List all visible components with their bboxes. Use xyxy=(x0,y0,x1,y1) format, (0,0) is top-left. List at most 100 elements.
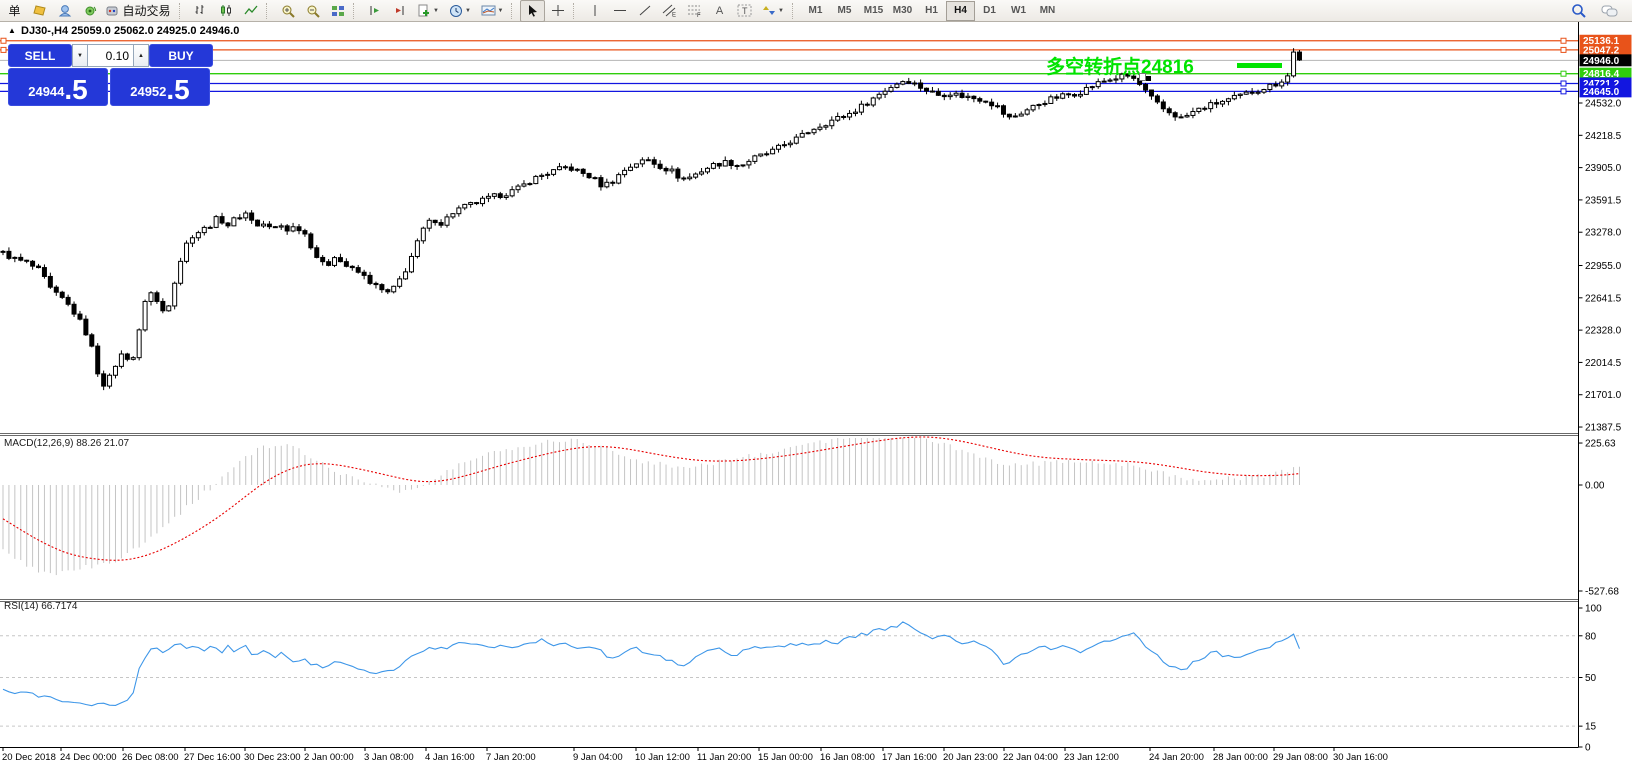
autotrading-button[interactable]: 自动交易 xyxy=(102,0,176,22)
candle-body xyxy=(900,81,906,85)
price-line-label[interactable]: 24645.0 xyxy=(1583,87,1620,98)
time-tick-label: 7 Jan 20:00 xyxy=(486,752,536,763)
price-line-label[interactable]: 24946.0 xyxy=(1583,56,1620,67)
market-watch-button[interactable] xyxy=(27,0,52,22)
rsi-tick-label: 15 xyxy=(1585,722,1597,733)
candle-body xyxy=(89,334,95,347)
candle-body xyxy=(639,159,645,165)
candle-body xyxy=(1255,91,1261,94)
chart-canvas[interactable]: 24532.0 24218.5 23905.0 23591.5 23278.0 22955… xyxy=(0,0,1632,763)
one-click-trading-panel: SELL ▼ ▲ BUY 24944 .5 24952 .5 xyxy=(8,44,213,106)
annotation-anchor-icon xyxy=(1146,76,1151,81)
candle-body xyxy=(533,175,539,185)
timeframe-w1[interactable]: W1 xyxy=(1004,1,1033,21)
period-clock-icon xyxy=(449,4,463,18)
time-tick-label: 9 Jan 04:00 xyxy=(573,752,623,763)
lot-size-input[interactable] xyxy=(88,44,133,67)
tile-windows-button[interactable] xyxy=(325,0,350,22)
autotrading-label: 自动交易 xyxy=(122,4,171,18)
candle-body xyxy=(367,274,373,284)
bar-chart-button[interactable] xyxy=(188,0,213,22)
timeframe-mn[interactable]: MN xyxy=(1033,1,1062,21)
candle-body xyxy=(24,259,30,262)
candle-body xyxy=(740,164,746,167)
auto-scroll-button[interactable] xyxy=(362,0,387,22)
equidistant-channel-button[interactable]: E xyxy=(657,0,682,22)
candle-body xyxy=(604,181,610,188)
line-handle[interactable] xyxy=(0,37,7,44)
add-indicator-button[interactable]: ▼ xyxy=(412,0,444,22)
fibonacci-button[interactable]: F xyxy=(682,0,707,22)
timeframe-m30[interactable]: M30 xyxy=(888,1,917,21)
line-handle[interactable] xyxy=(1560,46,1567,53)
timeframe-m1[interactable]: M1 xyxy=(801,1,830,21)
arrows-button[interactable]: ▼ xyxy=(757,0,789,22)
line-handle[interactable] xyxy=(1560,70,1567,77)
candle-body xyxy=(675,168,681,179)
candle-body xyxy=(1202,107,1208,110)
candlestick-chart-button[interactable] xyxy=(213,0,238,22)
panel-collapse-arrow[interactable]: ▲ xyxy=(8,26,16,35)
toolbar-separator xyxy=(511,2,516,19)
crosshair-button[interactable] xyxy=(545,0,570,22)
candle-body xyxy=(497,193,503,199)
time-tick-label: 26 Dec 08:00 xyxy=(122,752,179,763)
lot-increase-button[interactable]: ▲ xyxy=(133,44,149,67)
text-label-button[interactable]: T xyxy=(732,0,757,22)
horizontal-line-button[interactable] xyxy=(607,0,632,22)
candle-body xyxy=(539,174,545,177)
timeframe-h4[interactable]: H4 xyxy=(946,0,975,21)
line-handle[interactable] xyxy=(0,46,7,53)
text-button[interactable]: A xyxy=(707,0,732,22)
candle-body xyxy=(308,233,314,249)
candle-body xyxy=(817,126,823,130)
macd-tick-label: -527.68 xyxy=(1585,587,1619,598)
new-order-button[interactable]: 单 xyxy=(2,0,27,22)
candle-body xyxy=(249,212,255,221)
text-label-icon: T xyxy=(737,4,752,17)
buy-price-box[interactable]: 24952 .5 xyxy=(110,68,210,106)
timeframe-m5[interactable]: M5 xyxy=(830,1,859,21)
timeframe-m15[interactable]: M15 xyxy=(859,1,888,21)
zoom-in-button[interactable] xyxy=(275,0,300,22)
pivot-annotation-bar[interactable] xyxy=(1237,63,1282,68)
lot-decrease-button[interactable]: ▼ xyxy=(72,44,88,67)
zoom-out-button[interactable] xyxy=(300,0,325,22)
candle-body xyxy=(225,222,231,227)
sell-button[interactable]: SELL xyxy=(8,44,72,67)
buy-button[interactable]: BUY xyxy=(149,44,213,67)
candle-body xyxy=(663,167,669,172)
line-handle[interactable] xyxy=(1560,37,1567,44)
price-tick-label: 23278.0 xyxy=(1585,228,1622,239)
candle-body xyxy=(1273,83,1279,87)
chart-template-button[interactable]: ▼ xyxy=(476,0,508,22)
timeframe-h1[interactable]: H1 xyxy=(917,1,946,21)
line-chart-button[interactable] xyxy=(238,0,263,22)
candle-body xyxy=(1243,91,1249,95)
candle-body xyxy=(1006,113,1012,118)
search-button[interactable] xyxy=(1566,0,1591,22)
chart-shift-button[interactable] xyxy=(387,0,412,22)
candle-body xyxy=(1030,104,1036,111)
data-window-button[interactable] xyxy=(52,0,77,22)
candle-body xyxy=(752,155,758,162)
candle-body xyxy=(1285,75,1291,83)
period-button[interactable]: ▼ xyxy=(444,0,476,22)
trendline-button[interactable] xyxy=(632,0,657,22)
timeframe-d1[interactable]: D1 xyxy=(975,1,1004,21)
sell-price-box[interactable]: 24944 .5 xyxy=(8,68,108,106)
candle-body xyxy=(935,90,941,96)
line-handle[interactable] xyxy=(1560,88,1567,95)
candle-body xyxy=(166,305,172,312)
candle-body xyxy=(178,260,184,284)
signals-button[interactable] xyxy=(77,0,102,22)
vertical-line-button[interactable] xyxy=(582,0,607,22)
pivot-annotation-text[interactable]: 多空转折点24816 xyxy=(1046,52,1194,79)
macd-signal-line xyxy=(2,436,1300,561)
candle-body xyxy=(811,128,817,134)
line-handle[interactable] xyxy=(1560,80,1567,87)
time-tick-label: 20 Dec 2018 xyxy=(2,752,56,763)
cursor-button[interactable] xyxy=(520,0,545,22)
chat-button[interactable] xyxy=(1597,0,1622,22)
candle-body xyxy=(983,100,989,103)
